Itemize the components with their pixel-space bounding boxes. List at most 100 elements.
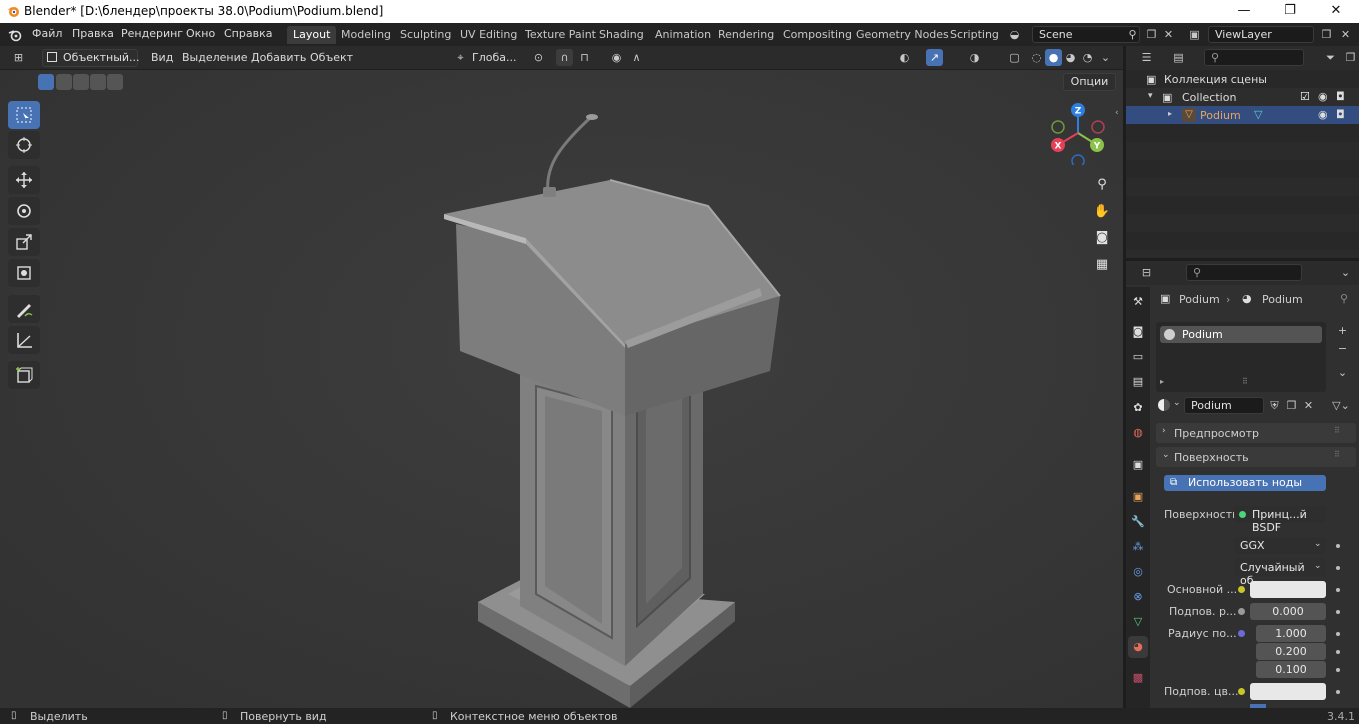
- tool-scale[interactable]: [8, 228, 40, 256]
- duplicate-material-icon[interactable]: ❐: [1283, 397, 1300, 414]
- menu-file[interactable]: Файл: [32, 27, 62, 40]
- menu-view[interactable]: Вид: [151, 51, 173, 64]
- maximize-button[interactable]: ❐: [1267, 0, 1313, 23]
- material-tab-icon[interactable]: ◕: [1128, 636, 1148, 658]
- scene-type-icon[interactable]: ◒: [1006, 26, 1023, 43]
- tool-rotate[interactable]: [8, 197, 40, 225]
- object-row-podium[interactable]: ▸ ▽ Podium ▽ ◉ ◘: [1126, 106, 1359, 124]
- radius-x-field[interactable]: 1.000: [1256, 625, 1326, 642]
- hide-eye-icon[interactable]: ◉: [1318, 90, 1328, 103]
- exclude-checkbox-icon[interactable]: ☑: [1300, 90, 1310, 103]
- material-name-field[interactable]: Podium: [1184, 397, 1264, 414]
- subsurface-radius-socket-icon[interactable]: [1238, 630, 1245, 637]
- use-nodes-button[interactable]: ⧉ Использовать ноды: [1164, 475, 1326, 491]
- remove-slot-icon[interactable]: −: [1334, 340, 1351, 357]
- tool-move[interactable]: [8, 166, 40, 194]
- orientation-icon[interactable]: ⌖: [452, 49, 469, 66]
- tool-add-cube[interactable]: [8, 361, 40, 389]
- snap-target-icon[interactable]: ⊓: [576, 49, 593, 66]
- radius-z-field[interactable]: 0.100: [1256, 661, 1326, 678]
- view-layer-field[interactable]: ViewLayer: [1208, 26, 1314, 43]
- add-slot-icon[interactable]: +: [1334, 322, 1351, 339]
- transform-orientation-dropdown[interactable]: Глоба...: [472, 51, 516, 64]
- tool-transform[interactable]: [8, 259, 40, 287]
- subsurface-keyframe-icon[interactable]: [1336, 610, 1340, 614]
- mode-dropdown[interactable]: Объектный...: [42, 49, 140, 67]
- outliner-search-input[interactable]: ⚲: [1204, 49, 1304, 66]
- delete-scene-icon[interactable]: ✕: [1160, 26, 1177, 43]
- menu-object[interactable]: Объект: [310, 51, 353, 64]
- slot-list-resize-icon[interactable]: ⠿: [1242, 377, 1248, 386]
- tab-modeling[interactable]: Modeling: [335, 26, 397, 44]
- menu-edit[interactable]: Правка: [72, 27, 114, 40]
- menu-select[interactable]: Выделение: [182, 51, 248, 64]
- modifier-tab-icon[interactable]: 🔧: [1128, 511, 1148, 533]
- subsurface-color-swatch[interactable]: [1250, 683, 1326, 700]
- fake-user-shield-icon[interactable]: ⛨: [1266, 397, 1283, 414]
- constraints-tab-icon[interactable]: ⊗: [1128, 586, 1148, 608]
- subsurface-method-dropdown[interactable]: Случайный об... ⌄: [1234, 559, 1326, 587]
- select-intersect-icon[interactable]: [107, 74, 123, 90]
- navigation-gizmo[interactable]: Z Y X: [1046, 101, 1110, 165]
- pivot-point-icon[interactable]: ⊙: [530, 49, 547, 66]
- select-subtract-icon[interactable]: [73, 74, 89, 90]
- minimize-button[interactable]: —: [1221, 0, 1267, 23]
- preview-drag-icon[interactable]: ⠿: [1334, 426, 1340, 435]
- slot-list-expand-icon[interactable]: ▸: [1160, 377, 1164, 386]
- camera-view-icon[interactable]: ◙: [1091, 227, 1113, 249]
- properties-options-icon[interactable]: ⌄: [1337, 264, 1354, 281]
- overlays-icon[interactable]: ◑: [966, 49, 983, 66]
- tool-measure[interactable]: [8, 326, 40, 354]
- subsurface-color-keyframe-icon[interactable]: [1336, 690, 1340, 694]
- slot-specials-icon[interactable]: ⌄: [1334, 364, 1351, 381]
- collection-row[interactable]: ▾ ▣ Collection ☑ ◉ ◘: [1126, 88, 1359, 106]
- render-camera-icon[interactable]: ◘: [1336, 90, 1345, 103]
- scene-collection-row[interactable]: ▣ Коллекция сцены: [1126, 70, 1359, 88]
- object-hide-eye-icon[interactable]: ◉: [1318, 108, 1328, 121]
- data-tab-icon[interactable]: ▽: [1128, 611, 1148, 633]
- wireframe-shading-icon[interactable]: ◌: [1028, 49, 1045, 66]
- tool-cursor[interactable]: [8, 131, 40, 159]
- menu-window[interactable]: Окно: [186, 27, 215, 40]
- tab-compositing[interactable]: Compositing: [777, 26, 858, 44]
- falloff-icon[interactable]: ∧: [628, 49, 645, 66]
- properties-editor-type-icon[interactable]: ⊟: [1138, 264, 1155, 281]
- tab-texture-paint[interactable]: Texture Paint: [519, 26, 602, 44]
- zoom-icon[interactable]: ⚲: [1091, 174, 1113, 196]
- close-button[interactable]: ✕: [1313, 0, 1359, 23]
- display-mode-icon[interactable]: ▤: [1170, 49, 1187, 66]
- surface-drag-icon[interactable]: ⠿: [1334, 450, 1340, 459]
- new-scene-icon[interactable]: ❐: [1143, 26, 1160, 43]
- pin-icon[interactable]: ⚲: [1340, 292, 1348, 305]
- panel-preview-header[interactable]: › Предпросмотр ⠿: [1156, 423, 1356, 443]
- properties-search-input[interactable]: ⚲: [1186, 264, 1302, 281]
- material-browse-icon[interactable]: ⌄: [1156, 397, 1186, 414]
- tab-geometry-nodes[interactable]: Geometry Nodes: [850, 26, 955, 44]
- radius-x-keyframe-icon[interactable]: [1336, 632, 1340, 636]
- collection-expand-icon[interactable]: ▾: [1148, 91, 1153, 101]
- material-slot-row[interactable]: Podium: [1160, 326, 1322, 343]
- select-invert-icon[interactable]: [90, 74, 106, 90]
- blender-menu-icon[interactable]: [8, 28, 22, 42]
- physics-tab-icon[interactable]: ◎: [1128, 561, 1148, 583]
- tab-animation[interactable]: Animation: [649, 26, 717, 44]
- menu-render[interactable]: Рендеринг: [121, 27, 183, 40]
- subsurface-method-keyframe-icon[interactable]: [1336, 566, 1340, 570]
- subsurface-value-field[interactable]: 0.000: [1250, 603, 1326, 620]
- tab-scripting[interactable]: Scripting: [944, 26, 1005, 44]
- panel-surface-header[interactable]: ⌄ Поверхность ⠿: [1156, 447, 1356, 467]
- select-extend-icon[interactable]: [56, 74, 72, 90]
- perspective-grid-icon[interactable]: ▦: [1091, 254, 1113, 276]
- xray-icon[interactable]: ▢: [1006, 49, 1023, 66]
- tool-select-box[interactable]: [8, 101, 40, 129]
- distribution-keyframe-icon[interactable]: [1336, 544, 1340, 548]
- base-color-keyframe-icon[interactable]: [1336, 588, 1340, 592]
- tab-layout[interactable]: Layout: [287, 26, 337, 44]
- output-tab-icon[interactable]: ▭: [1128, 346, 1148, 368]
- tool-annotate[interactable]: [8, 295, 40, 323]
- filter-icon[interactable]: ⏷: [1322, 49, 1339, 66]
- select-new-icon[interactable]: [38, 74, 54, 90]
- shading-options-icon[interactable]: ⌄: [1097, 49, 1114, 66]
- tab-shading[interactable]: Shading: [593, 26, 650, 44]
- link-data-icon[interactable]: ▽⌄: [1328, 397, 1354, 414]
